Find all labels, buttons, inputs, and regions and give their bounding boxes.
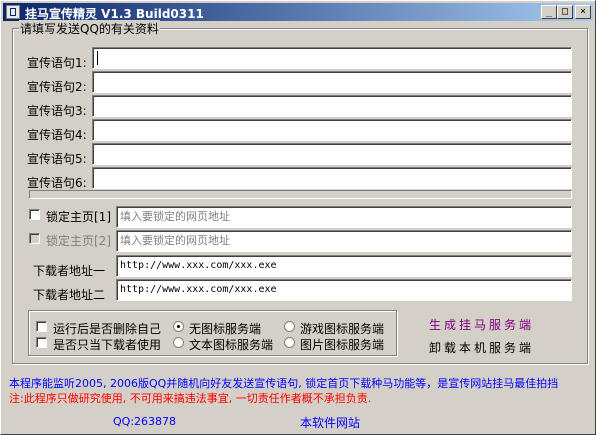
main-window: 挂马宣传精灵 V1.3 Build0311 _ □ × 请填写发送QQ的有关资料…: [0, 0, 596, 435]
radio-no-icon-label: 无图标服务端: [189, 322, 262, 336]
slogan-input-1[interactable]: [92, 47, 572, 69]
slogan-input-4[interactable]: [92, 119, 572, 141]
delete-after-run-label: 运行后是否删除自己: [53, 322, 162, 336]
slogan-label-5: 宣传语句5:: [27, 152, 87, 166]
downloader-only-checkbox[interactable]: [36, 337, 47, 348]
downloader-url-input-2[interactable]: http://www.xxx.com/xxx.exe: [116, 279, 572, 301]
groupbox-label: 请填写发送QQ的有关资料: [19, 20, 160, 37]
website-link[interactable]: 本软件网站: [300, 414, 360, 431]
radio-text-icon-label: 文本图标服务端: [189, 338, 274, 352]
app-icon: [6, 5, 20, 19]
homepage-lock-checkbox-1[interactable]: [29, 209, 40, 220]
slogan-input-3[interactable]: [92, 95, 572, 117]
radio-game-icon[interactable]: [284, 321, 295, 332]
radio-image-icon-label: 图片图标服务端: [300, 338, 385, 352]
slogan-input-5[interactable]: [92, 143, 572, 165]
homepage-lock-checkbox-2[interactable]: [29, 233, 40, 244]
uninstall-server-button[interactable]: 卸载本机服务端: [429, 339, 534, 356]
slogan-label-1: 宣传语句1:: [27, 56, 87, 70]
downloader-only-label: 是否只当下载者使用: [53, 338, 162, 352]
downloader-label-1: 下载者地址一: [33, 264, 106, 278]
radio-text-icon[interactable]: [173, 337, 184, 348]
disclaimer-note: 注:此程序只做研究使用, 不可用来搞违法事宜, 一切责任作者概不承担负责.: [9, 392, 372, 405]
homepage-lock-label-1: 锁定主页[1]: [46, 210, 111, 224]
description-note: 本程序能监听2005, 2006版QQ并随机向好友发送宣传语句, 锁定首页下载种…: [9, 377, 559, 390]
slogan-label-3: 宣传语句3:: [27, 104, 87, 118]
generate-server-button[interactable]: 生成挂马服务端: [429, 316, 534, 333]
slogan-label-4: 宣传语句4:: [27, 128, 87, 142]
radio-game-icon-label: 游戏图标服务端: [300, 322, 385, 336]
homepage-lock-label-2: 锁定主页[2]: [46, 234, 111, 248]
delete-after-run-checkbox[interactable]: [36, 321, 47, 332]
radio-image-icon[interactable]: [284, 337, 295, 348]
slogan-input-2[interactable]: [92, 71, 572, 93]
close-button[interactable]: ×: [575, 5, 591, 19]
text-caret: [97, 51, 98, 65]
slogan-label-2: 宣传语句2:: [27, 80, 87, 94]
radio-no-icon[interactable]: [173, 321, 184, 332]
progress-bar: [29, 190, 572, 199]
homepage-url-input-2[interactable]: 填入要锁定的网页地址: [116, 230, 572, 252]
slogan-input-6[interactable]: [92, 167, 572, 189]
maximize-button[interactable]: □: [557, 5, 573, 19]
title-bar[interactable]: 挂马宣传精灵 V1.3 Build0311 _ □ ×: [3, 3, 593, 21]
slogan-label-6: 宣传语句6:: [27, 176, 87, 190]
homepage-url-input-1[interactable]: 填入要锁定的网页地址: [116, 206, 572, 228]
minimize-button[interactable]: _: [541, 5, 557, 19]
downloader-label-2: 下载者地址二: [33, 288, 106, 302]
qq-contact[interactable]: QQ:263878: [113, 415, 176, 428]
downloader-url-input-1[interactable]: http://www.xxx.com/xxx.exe: [116, 255, 572, 277]
